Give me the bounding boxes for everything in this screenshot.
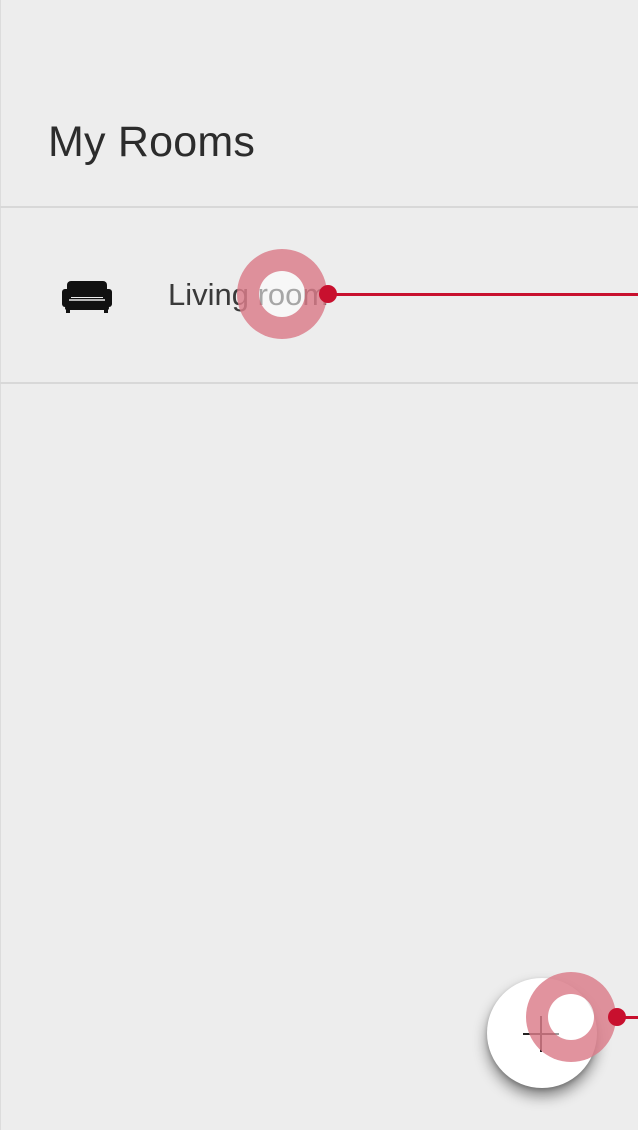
touch-indicator xyxy=(237,249,327,339)
page-title: My Rooms xyxy=(48,118,256,166)
gesture-endpoint xyxy=(608,1008,626,1026)
sofa-icon xyxy=(62,281,112,313)
gesture-trail xyxy=(328,293,638,296)
list-bottom-divider xyxy=(0,382,638,384)
my-rooms-screen: My Rooms Living room xyxy=(0,0,638,1130)
screen-edge-divider xyxy=(0,0,1,1130)
touch-indicator xyxy=(526,972,616,1062)
gesture-endpoint xyxy=(319,285,337,303)
